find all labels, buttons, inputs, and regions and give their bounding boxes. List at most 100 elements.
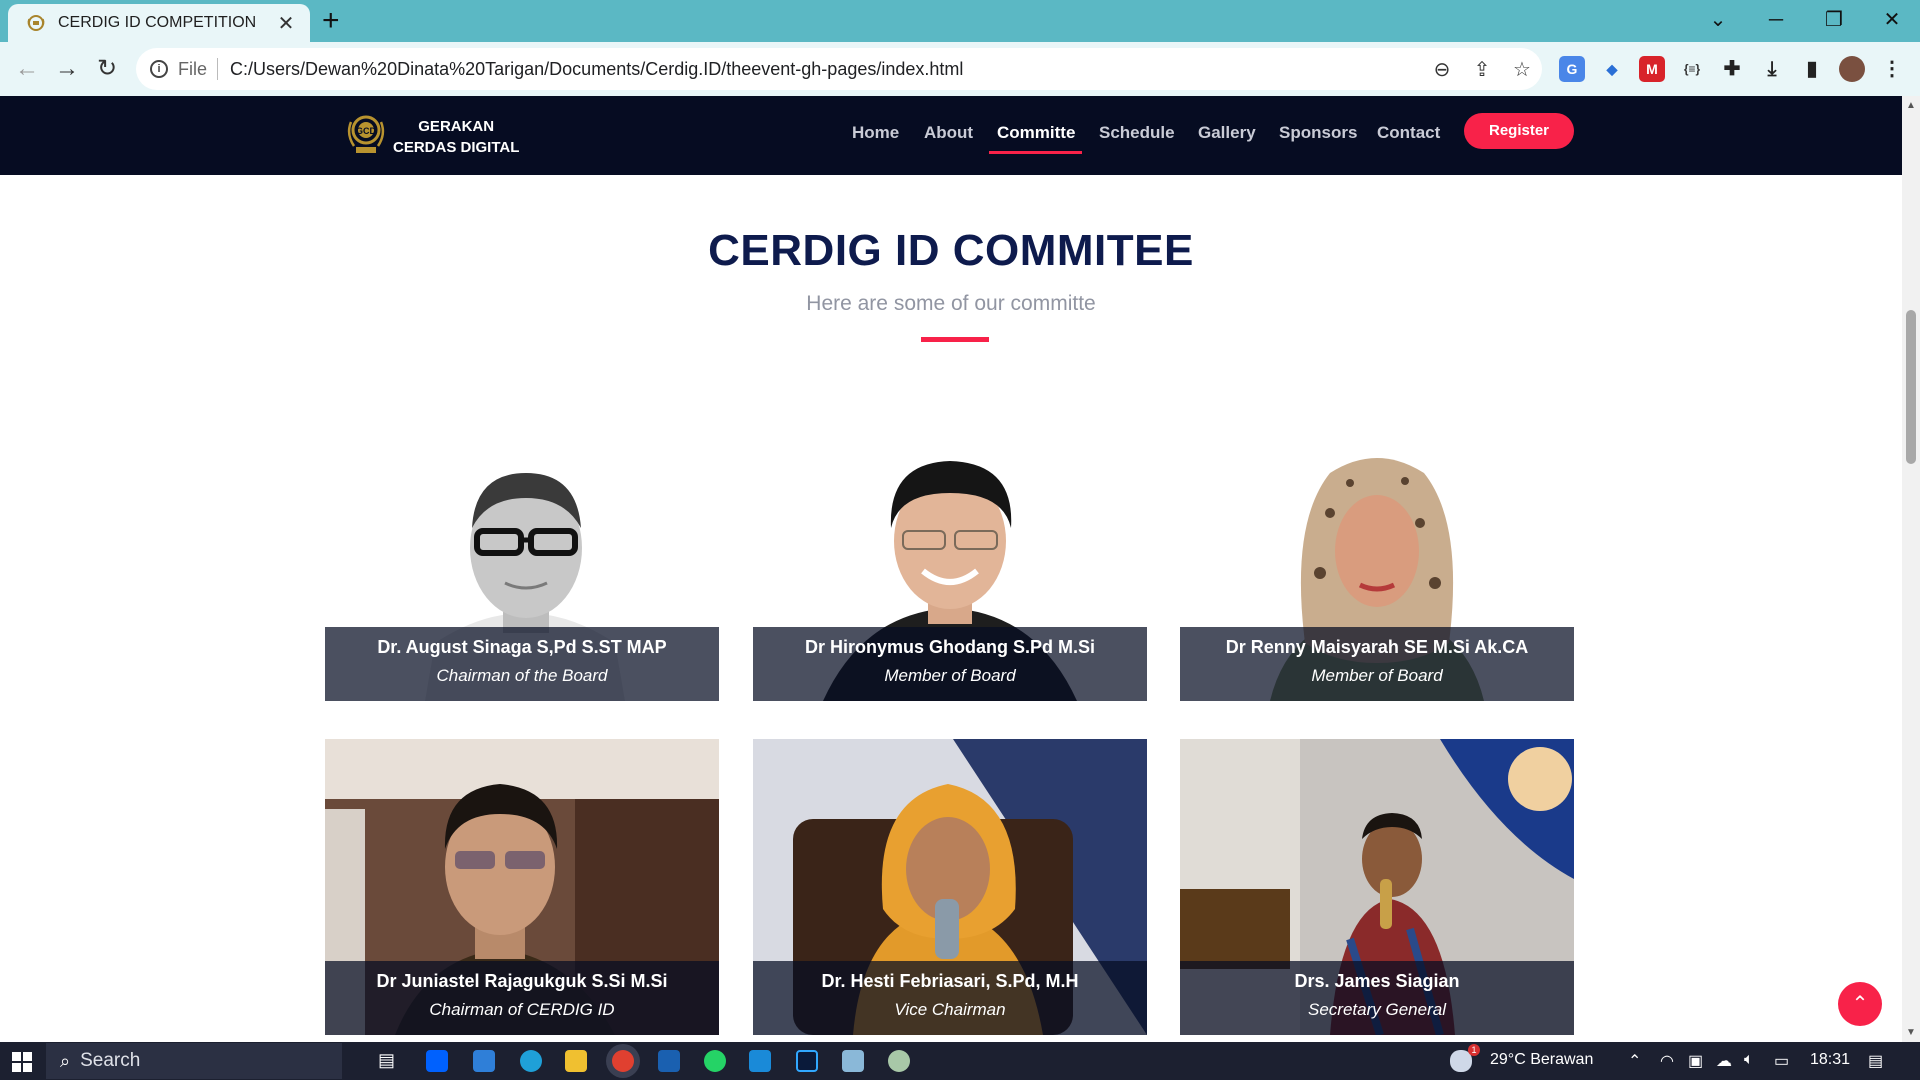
taskbar-search[interactable]: ⌕ Search: [46, 1043, 342, 1079]
site-info-icon[interactable]: i: [150, 60, 168, 78]
committee-card[interactable]: Dr Hironymus Ghodang S.Pd M.Si Member of…: [753, 443, 1147, 701]
nav-schedule[interactable]: Schedule: [1099, 123, 1175, 143]
weather-badge: 1: [1468, 1044, 1480, 1056]
tab-close-icon[interactable]: ✕: [274, 11, 298, 36]
restore-icon[interactable]: ❐: [1804, 4, 1864, 36]
json-extension-icon[interactable]: {≡}: [1679, 56, 1705, 82]
volume-icon[interactable]: 🔈︎: [1744, 1051, 1754, 1069]
share-icon[interactable]: ⇪: [1462, 57, 1502, 82]
windows-start-icon[interactable]: [12, 1052, 32, 1072]
onedrive-icon[interactable]: ☁: [1716, 1051, 1732, 1071]
mail-icon[interactable]: [473, 1050, 495, 1072]
committee-card[interactable]: Dr Renny Maisyarah SE M.Si Ak.CA Member …: [1180, 443, 1574, 701]
logo-text[interactable]: GERAKAN CERDAS DIGITAL: [393, 116, 519, 158]
mendeley-extension-icon[interactable]: M: [1639, 56, 1665, 82]
tab-search-icon[interactable]: ⌄: [1688, 4, 1748, 36]
task-view-icon[interactable]: ▤: [378, 1050, 400, 1072]
new-tab-icon[interactable]: +: [322, 6, 340, 36]
tray-chevron-icon[interactable]: ⌃: [1628, 1051, 1641, 1071]
browser-tab[interactable]: CERDIG ID COMPETITION ✕: [8, 4, 310, 42]
dropbox-icon[interactable]: [426, 1050, 448, 1072]
member-role: Member of Board: [1311, 666, 1443, 685]
member-name: Dr. Hesti Febriasari, S.Pd, M.H: [821, 971, 1079, 991]
translate-extension-icon[interactable]: G: [1559, 56, 1585, 82]
browser-toolbar: ← → ↻ i File C:/Users/Dewan%20Dinata%20T…: [0, 42, 1920, 96]
section-title: CERDIG ID COMMITEE: [708, 226, 1194, 275]
member-name: Dr. August Sinaga S,Pd S.ST MAP: [377, 637, 667, 657]
taskbar-search-label: Search: [80, 1050, 141, 1071]
notepad-icon[interactable]: [842, 1050, 864, 1072]
vscode-icon[interactable]: [749, 1050, 771, 1072]
scholar-extension-icon[interactable]: ◆: [1599, 56, 1625, 82]
member-role: Chairman of CERDIG ID: [429, 1000, 615, 1019]
nav-contact[interactable]: Contact: [1377, 123, 1440, 143]
tab-title: CERDIG ID COMPETITION: [58, 14, 257, 31]
outlook-icon[interactable]: [658, 1050, 680, 1072]
url-separator: [217, 58, 219, 80]
page-scrollbar[interactable]: ▲ ▼: [1902, 96, 1920, 1042]
active-nav-underline: [989, 151, 1082, 154]
browser-tab-strip: CERDIG ID COMPETITION ✕ + ⌄ ─ ❐ ✕: [0, 0, 1920, 42]
svg-text:GCD: GCD: [356, 126, 377, 136]
nav-about[interactable]: About: [924, 123, 973, 143]
bookmark-star-icon[interactable]: ☆: [1502, 57, 1542, 82]
back-to-top-button[interactable]: ⌃: [1838, 982, 1882, 1026]
close-window-icon[interactable]: ✕: [1862, 4, 1920, 36]
logo-line-1: GERAKAN: [418, 118, 495, 135]
member-name: Dr Hironymus Ghodang S.Pd M.Si: [804, 637, 1096, 657]
section-title-underline: [921, 337, 989, 342]
weather-text[interactable]: 29°C Berawan: [1490, 1051, 1593, 1069]
site-logo[interactable]: GCD: [346, 112, 386, 156]
windows-taskbar: ⌕ Search ▤ 1 29°C Berawan ⌃ ◠ ▣ ☁ 🔈︎ ▭ 1…: [0, 1042, 1920, 1080]
search-icon: ⌕: [60, 1050, 71, 1071]
download-icon[interactable]: ⤓: [1759, 56, 1785, 82]
edge-icon[interactable]: [520, 1050, 542, 1072]
minimize-icon[interactable]: ─: [1746, 4, 1806, 36]
nav-gallery[interactable]: Gallery: [1198, 123, 1256, 143]
photoshop-icon[interactable]: [796, 1050, 818, 1072]
site-header: GCD GERAKAN CERDAS DIGITAL Home About Co…: [0, 96, 1902, 175]
back-icon[interactable]: ←: [10, 52, 44, 86]
committee-card[interactable]: Dr. August Sinaga S,Pd S.ST MAP Chairman…: [325, 443, 719, 701]
member-caption: Dr. August Sinaga S,Pd S.ST MAP Chairman…: [325, 627, 719, 701]
nav-sponsors[interactable]: Sponsors: [1279, 123, 1357, 143]
member-role: Chairman of the Board: [436, 666, 608, 685]
forward-icon[interactable]: →: [50, 52, 84, 86]
clock-time[interactable]: 18:31: [1810, 1051, 1850, 1069]
chrome-icon[interactable]: [612, 1050, 634, 1072]
notifications-icon[interactable]: ▤: [1868, 1051, 1883, 1071]
nav-home[interactable]: Home: [852, 123, 899, 143]
scroll-thumb[interactable]: [1906, 310, 1916, 464]
scroll-down-icon[interactable]: ▼: [1902, 1027, 1920, 1038]
reload-icon[interactable]: ↻: [90, 52, 124, 86]
committee-card[interactable]: Dr. Hesti Febriasari, S.Pd, M.H Vice Cha…: [753, 739, 1147, 1035]
address-bar[interactable]: i File C:/Users/Dewan%20Dinata%20Tarigan…: [136, 48, 1542, 90]
whatsapp-icon[interactable]: [704, 1050, 726, 1072]
extensions-puzzle-icon[interactable]: ✚: [1719, 56, 1745, 82]
file-explorer-icon[interactable]: [565, 1050, 587, 1072]
member-name: Drs. James Siagian: [1294, 971, 1460, 991]
side-panel-icon[interactable]: ▮: [1799, 56, 1825, 82]
url-text[interactable]: C:/Users/Dewan%20Dinata%20Tarigan/Docume…: [230, 59, 1422, 80]
battery-icon[interactable]: ▭: [1774, 1051, 1789, 1071]
logo-line-2: CERDAS DIGITAL: [393, 139, 520, 156]
member-role: Secretary General: [1308, 1000, 1446, 1019]
browser-menu-icon[interactable]: ⋮: [1879, 56, 1905, 82]
nav-committe[interactable]: Committe: [997, 123, 1075, 143]
scroll-up-icon[interactable]: ▲: [1902, 100, 1920, 111]
committee-card[interactable]: Dr Juniastel Rajagukguk S.Si M.Si Chairm…: [325, 739, 719, 1035]
url-scheme: File: [178, 58, 208, 79]
wifi-icon[interactable]: ◠: [1660, 1051, 1674, 1071]
profile-avatar[interactable]: [1839, 56, 1865, 82]
zoom-icon[interactable]: ⊖: [1422, 57, 1462, 82]
section-subtitle: Here are some of our committe: [806, 292, 1096, 315]
member-caption: Dr Juniastel Rajagukguk S.Si M.Si Chairm…: [325, 961, 719, 1035]
member-role: Vice Chairman: [894, 1000, 1006, 1019]
committee-card[interactable]: Drs. James Siagian Secretary General: [1180, 739, 1574, 1035]
app-icon[interactable]: [888, 1050, 910, 1072]
member-caption: Drs. James Siagian Secretary General: [1180, 961, 1574, 1035]
member-caption: Dr. Hesti Febriasari, S.Pd, M.H Vice Cha…: [753, 961, 1147, 1035]
member-role: Member of Board: [884, 666, 1016, 685]
register-button[interactable]: Register: [1464, 113, 1574, 149]
meet-icon[interactable]: ▣: [1688, 1051, 1703, 1071]
